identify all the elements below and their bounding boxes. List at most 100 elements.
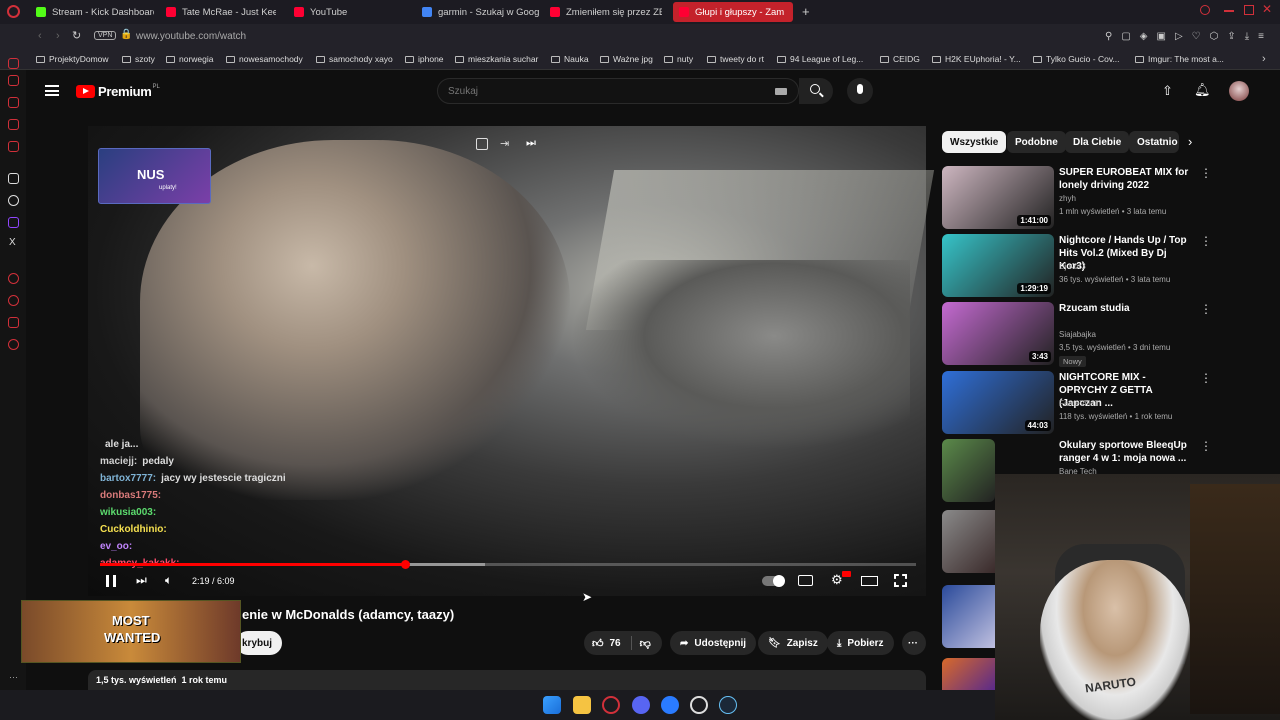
rec-thumb-partial-2[interactable] bbox=[942, 585, 995, 648]
window-controls[interactable]: ✕ bbox=[1200, 2, 1272, 17]
settings-gear-icon[interactable]: ⚙ bbox=[831, 572, 843, 588]
voice-search-button[interactable] bbox=[847, 78, 873, 104]
bookmark-item[interactable]: tweety do rt bbox=[707, 54, 764, 64]
recommendation-channel[interactable]: zhyh bbox=[1059, 194, 1076, 203]
chips-next-icon[interactable]: › bbox=[1188, 134, 1192, 149]
next-video-icon[interactable]: ⏭ bbox=[136, 573, 147, 588]
discord-icon[interactable] bbox=[632, 696, 650, 714]
filter-chip[interactable]: Podobne bbox=[1007, 131, 1066, 153]
sidebar-player-icon[interactable] bbox=[8, 141, 19, 152]
recommendation-thumbnail[interactable]: 3:43 bbox=[942, 302, 1054, 365]
pause-icon[interactable] bbox=[106, 575, 116, 587]
file-explorer-icon[interactable] bbox=[573, 696, 591, 714]
upload-icon[interactable]: ⇧ bbox=[1162, 83, 1173, 99]
share-button[interactable]: ➦ Udostępnij bbox=[670, 631, 757, 655]
share-icon[interactable]: ⇪ bbox=[1227, 31, 1235, 43]
rec-thumb-partial-1[interactable] bbox=[942, 510, 995, 573]
download-icon[interactable]: ⤓ bbox=[1245, 31, 1249, 43]
extension-icons[interactable]: ⚲ ▢ ◈ ▣ ▷ ♡ ⬡ ⇪ ⤓ ≡ bbox=[1105, 31, 1275, 43]
bookmark-item[interactable]: samochody xayo bbox=[316, 54, 393, 64]
youtube-logo[interactable]: Premium PL bbox=[76, 84, 160, 99]
bookmark-item[interactable]: norwegia bbox=[166, 54, 214, 64]
filter-chip[interactable]: Wszystkie bbox=[942, 131, 1007, 153]
pin-icon[interactable]: ⚲ bbox=[1105, 31, 1112, 43]
sidebar-x-icon[interactable]: X bbox=[9, 237, 16, 248]
bookmarks-more-icon[interactable]: › bbox=[1262, 53, 1266, 65]
recommendation-thumbnail[interactable] bbox=[942, 439, 995, 502]
dislike-icon[interactable]: 👎︎ bbox=[640, 637, 651, 650]
bookmark-item[interactable]: Imgur: The most a... bbox=[1135, 54, 1224, 64]
shield-icon[interactable]: ◈ bbox=[1140, 31, 1148, 43]
recommendation-thumbnail[interactable]: 1:41:00 bbox=[942, 166, 1054, 229]
sidebar-chat-icon[interactable] bbox=[8, 317, 19, 328]
skip-next-icon-top[interactable]: ⏭ bbox=[526, 137, 536, 150]
browser-tab[interactable]: Głupi i głupszy - Zam bbox=[673, 2, 793, 22]
steam-icon[interactable] bbox=[719, 696, 737, 714]
recommendation-title[interactable]: SUPER EUROBEAT MIX for lonely driving 20… bbox=[1059, 166, 1194, 192]
back-icon[interactable]: ‹ bbox=[38, 30, 42, 42]
hamburger-menu-icon[interactable] bbox=[45, 85, 59, 96]
avatar[interactable] bbox=[1229, 81, 1249, 101]
browser-tab[interactable]: YouTube bbox=[294, 2, 374, 22]
sidebar-more-icon[interactable]: ··· bbox=[9, 672, 18, 682]
sidebar-clock-icon[interactable] bbox=[8, 273, 19, 284]
search-button[interactable] bbox=[799, 78, 833, 104]
browser-tab[interactable]: garmin - Szukaj w Google bbox=[422, 2, 540, 22]
recommendation-thumbnail[interactable]: 44:03 bbox=[942, 371, 1054, 434]
like-icon[interactable]: 👍︎ bbox=[592, 637, 604, 650]
forward-icon[interactable]: › bbox=[56, 30, 60, 42]
bookmark-item[interactable]: nowesamochody bbox=[226, 54, 303, 64]
filter-chip[interactable]: Ostatnio bbox=[1129, 131, 1179, 153]
filter-chip[interactable]: Dla Ciebie bbox=[1065, 131, 1130, 153]
rec-thumb-partial-3[interactable] bbox=[942, 658, 995, 690]
bookmark-item[interactable]: nuty bbox=[664, 54, 693, 64]
heart-icon[interactable]: ♡ bbox=[1192, 31, 1201, 43]
save-button[interactable]: 🔖︎ Zapisz bbox=[758, 631, 828, 655]
pip-icon[interactable]: ⇥ bbox=[500, 137, 509, 150]
sidebar-history-icon[interactable] bbox=[8, 75, 19, 86]
play-icon[interactable]: ▷ bbox=[1175, 31, 1183, 43]
sidebar-speeddial-icon[interactable] bbox=[8, 58, 19, 69]
opera-taskbar-icon[interactable] bbox=[602, 696, 620, 714]
recommendation-channel[interactable]: FameVillain bbox=[1059, 399, 1101, 408]
extensions-icon[interactable]: ⬡ bbox=[1210, 31, 1219, 43]
snapshot-icon[interactable]: ▢ bbox=[1121, 31, 1130, 43]
chrome-icon[interactable] bbox=[690, 696, 708, 714]
search-box[interactable] bbox=[437, 78, 799, 104]
vpn-badge[interactable]: VPN bbox=[94, 31, 117, 40]
browser-tab[interactable]: Stream - Kick Dashboard bbox=[36, 2, 154, 22]
bookmark-item[interactable]: ProjektyDomow bbox=[36, 54, 109, 64]
bookmark-item[interactable]: Ważne jpg bbox=[600, 54, 653, 64]
recommendation-item[interactable]: 1:29:19 Nightcore / Hands Up / Top Hits V… bbox=[942, 234, 1212, 297]
bookmark-item[interactable]: 94 League of Leg... bbox=[777, 54, 863, 64]
subscribe-button[interactable]: krybuj bbox=[236, 631, 283, 655]
bookmark-item[interactable]: Tylko Gucio - Cov... bbox=[1033, 54, 1120, 64]
more-options-icon[interactable]: ⋮ bbox=[1200, 302, 1212, 316]
bookmark-item[interactable]: Nauka bbox=[551, 54, 589, 64]
messenger-icon[interactable] bbox=[661, 696, 679, 714]
more-options-icon[interactable]: ⋮ bbox=[1200, 166, 1212, 180]
recommendation-channel[interactable]: Siajabajka bbox=[1059, 330, 1096, 339]
url-field[interactable]: www.youtube.com/watch bbox=[136, 31, 246, 42]
fullscreen-icon[interactable] bbox=[894, 574, 907, 587]
bookmark-item[interactable]: CEIDG bbox=[880, 54, 920, 64]
keyboard-icon[interactable] bbox=[775, 88, 787, 95]
sidebar-twitch-icon[interactable] bbox=[8, 217, 19, 228]
opera-logo-icon[interactable] bbox=[7, 5, 20, 18]
sidebar-timer-icon[interactable] bbox=[8, 295, 19, 306]
subtitles-icon[interactable] bbox=[798, 575, 813, 586]
more-options-icon[interactable]: ⋮ bbox=[1200, 439, 1212, 453]
recommendation-item[interactable]: 3:43 Rzucam studia Siajabajka 3,5 tys. wyśw… bbox=[942, 302, 1212, 367]
sidebar-settings-icon[interactable] bbox=[8, 339, 19, 350]
browser-tab[interactable]: Tate McRae - Just Keep bbox=[166, 2, 276, 22]
bookmark-item[interactable]: H2K EUphoria! - Y... bbox=[932, 54, 1021, 64]
menu-icon[interactable]: ≡ bbox=[1258, 31, 1264, 43]
like-dislike-group[interactable]: 👍︎ 76 👎︎ bbox=[584, 631, 662, 655]
sidebar-aria-icon[interactable] bbox=[8, 173, 19, 184]
search-input[interactable] bbox=[448, 84, 748, 98]
recommendation-thumbnail[interactable]: 1:29:19 bbox=[942, 234, 1054, 297]
windows-start-icon[interactable] bbox=[543, 696, 561, 714]
theater-mode-icon[interactable] bbox=[861, 576, 878, 586]
more-options-icon[interactable]: ⋮ bbox=[1200, 234, 1212, 248]
recommendation-channel[interactable]: Dj Kor3 bbox=[1059, 262, 1086, 271]
